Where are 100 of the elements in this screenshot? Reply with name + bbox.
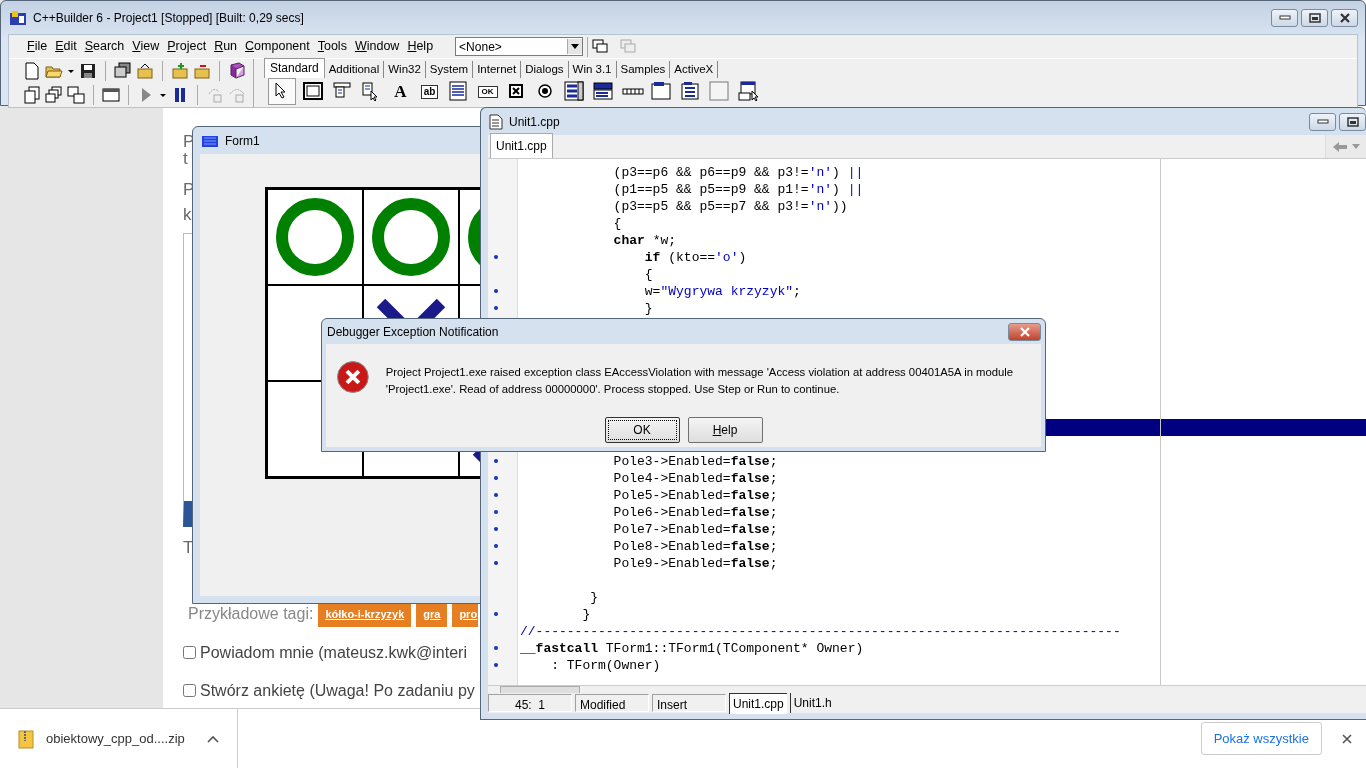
expand-button[interactable] bbox=[207, 734, 219, 743]
window-title: C++Builder 6 - Project1 [Stopped] [Built: 0,29 secs] bbox=[33, 9, 304, 27]
menu-item[interactable]: Component bbox=[241, 37, 314, 56]
window-title: Unit1.cpp bbox=[509, 113, 560, 131]
maximize-button[interactable] bbox=[1301, 8, 1328, 27]
memo-icon[interactable] bbox=[447, 80, 470, 103]
file-tab[interactable]: Unit1.h bbox=[789, 693, 835, 713]
maximize-button[interactable] bbox=[1339, 112, 1366, 131]
menu-item[interactable]: Project bbox=[163, 37, 211, 56]
copy-windows-icon[interactable] bbox=[23, 86, 41, 104]
palette-tab[interactable]: Internet bbox=[473, 61, 522, 78]
modified-status: Modified bbox=[575, 694, 649, 712]
window-title: Form1 bbox=[225, 132, 260, 150]
close-button[interactable] bbox=[1008, 322, 1041, 341]
stacked-windows-icon[interactable] bbox=[114, 62, 132, 80]
code-line: : TForm(Owner) bbox=[550, 657, 661, 674]
maximize-icon bbox=[1346, 116, 1359, 127]
close-icon bbox=[1018, 326, 1031, 337]
board-cell[interactable] bbox=[363, 189, 459, 285]
frame-icon[interactable] bbox=[302, 80, 325, 103]
menu-item[interactable]: Search bbox=[80, 37, 129, 56]
palette-tab[interactable]: Win32 bbox=[384, 61, 426, 78]
list-box-icon[interactable] bbox=[563, 80, 586, 103]
code-line: } bbox=[589, 589, 598, 606]
code-line: { bbox=[612, 215, 622, 232]
window-icon[interactable] bbox=[102, 86, 120, 104]
show-all-button[interactable]: Pokaż wszystkie bbox=[1200, 721, 1322, 756]
palette-tab[interactable]: Win 3.1 bbox=[568, 61, 617, 78]
toggle-windows-icon[interactable] bbox=[67, 86, 85, 104]
folder-add-icon[interactable] bbox=[171, 62, 189, 80]
code-line: } bbox=[643, 300, 653, 317]
code-line: Pole3->Enabled=false; bbox=[612, 453, 778, 470]
menu-item[interactable]: Run bbox=[210, 37, 242, 56]
code-line: __fastcall TForm1::TForm1(TComponent* Owner) bbox=[519, 640, 864, 657]
code-line: Pole7->Enabled=false; bbox=[612, 521, 778, 538]
code-line: Pole9->Enabled=false; bbox=[612, 555, 778, 572]
menu-item[interactable]: Edit bbox=[51, 37, 81, 56]
target-dropdown[interactable]: <None> bbox=[455, 37, 584, 56]
code-line: { bbox=[643, 266, 653, 283]
file-tab[interactable]: Unit1.cpp bbox=[729, 692, 787, 714]
code-line: (p3==p5 && p5==p7 && p3!='n')) bbox=[612, 198, 848, 215]
arrow-pointer-icon[interactable] bbox=[268, 78, 296, 105]
checkbox[interactable] bbox=[183, 646, 196, 659]
insert-mode-status: Insert bbox=[652, 694, 726, 712]
tags-label: Przykładowe tagi: bbox=[188, 604, 314, 625]
menu-item[interactable]: Help bbox=[403, 37, 438, 56]
palette-tab[interactable]: Standard bbox=[264, 58, 325, 78]
board-cell[interactable] bbox=[267, 189, 363, 285]
editor-tab[interactable]: Unit1.cpp bbox=[490, 133, 553, 158]
code-line: char *w; bbox=[612, 232, 677, 249]
radio-group-icon[interactable] bbox=[679, 80, 702, 103]
palette-tab[interactable]: ActiveX bbox=[670, 61, 719, 78]
minimize-icon bbox=[1278, 14, 1291, 21]
dropdown-caret-icon bbox=[571, 44, 580, 49]
close-button[interactable] bbox=[1331, 8, 1358, 27]
code-line: (p3==p6 && p6==p9 && p3!='n') || bbox=[612, 164, 864, 181]
dialog-title: Debugger Exception Notification bbox=[327, 323, 499, 341]
action-list-icon[interactable] bbox=[737, 80, 760, 103]
code-line: Pole4->Enabled=false; bbox=[612, 470, 778, 487]
palette-tab[interactable]: Samples bbox=[616, 61, 671, 78]
menu-item[interactable]: Window bbox=[350, 37, 404, 56]
menu-item[interactable]: Tools bbox=[313, 37, 351, 56]
text-fragment: T bbox=[183, 539, 194, 556]
checkbox-label: Stwórz ankietę (Uwaga! Po zadaniu py bbox=[200, 680, 475, 701]
checkbox[interactable] bbox=[183, 684, 196, 697]
dialog-button[interactable]: OK bbox=[604, 417, 680, 443]
close-button[interactable] bbox=[1342, 733, 1352, 744]
download-filename[interactable]: obiektowy_cpp_od....zip bbox=[46, 728, 185, 749]
cascade-windows-icon[interactable] bbox=[45, 86, 63, 104]
checkbox-label: Powiadom mnie (mateusz.kwk@interi bbox=[200, 642, 467, 663]
floppy-disk-icon[interactable] bbox=[79, 62, 97, 80]
app-icon bbox=[201, 133, 219, 148]
palette-tab[interactable]: System bbox=[425, 61, 474, 78]
stacked-windows-icon[interactable] bbox=[592, 38, 611, 55]
folder-arrow-icon[interactable] bbox=[136, 62, 154, 80]
maximize-icon bbox=[1308, 12, 1321, 23]
folder-remove-icon[interactable] bbox=[193, 62, 211, 80]
code-line: Pole8->Enabled=false; bbox=[612, 538, 778, 555]
error-icon bbox=[336, 360, 370, 394]
code-line: //--------------------------------------------------------------------------- bbox=[519, 623, 1121, 640]
close-icon bbox=[1338, 12, 1351, 23]
menu-item[interactable]: View bbox=[128, 37, 164, 56]
zip-file-icon bbox=[18, 728, 34, 749]
palette-tab[interactable]: Additional bbox=[324, 61, 385, 78]
code-line: (p1==p5 && p5==p9 && p1!='n') || bbox=[612, 181, 864, 198]
code-line: if (kto=='o') bbox=[643, 249, 747, 266]
error-message: Project Project1.exe raised exception class EAccessViolation with message 'Access violation at address 00401A5A in module 'Project1.exe'. Read of address 00000000'. Process stopped. Use Step or Run to continue. bbox=[385, 365, 1015, 397]
code-line: Pole6->Enabled=false; bbox=[612, 504, 778, 521]
minimize-icon bbox=[1316, 118, 1329, 125]
text-fragment: k bbox=[183, 206, 192, 223]
code-line: } bbox=[581, 606, 591, 623]
dialog-button[interactable]: Help bbox=[687, 417, 763, 443]
combo-box-icon[interactable] bbox=[592, 80, 615, 103]
group-box-icon[interactable] bbox=[650, 80, 673, 103]
text-fragment: t bbox=[183, 150, 188, 167]
palette-tab[interactable]: Dialogs bbox=[521, 61, 569, 78]
code-line: w="Wygrywa krzyzyk"; bbox=[643, 283, 801, 300]
new-document-icon[interactable] bbox=[23, 62, 41, 80]
menu-item[interactable]: File bbox=[23, 37, 52, 56]
cursor-position: 45: 1 bbox=[488, 694, 572, 712]
